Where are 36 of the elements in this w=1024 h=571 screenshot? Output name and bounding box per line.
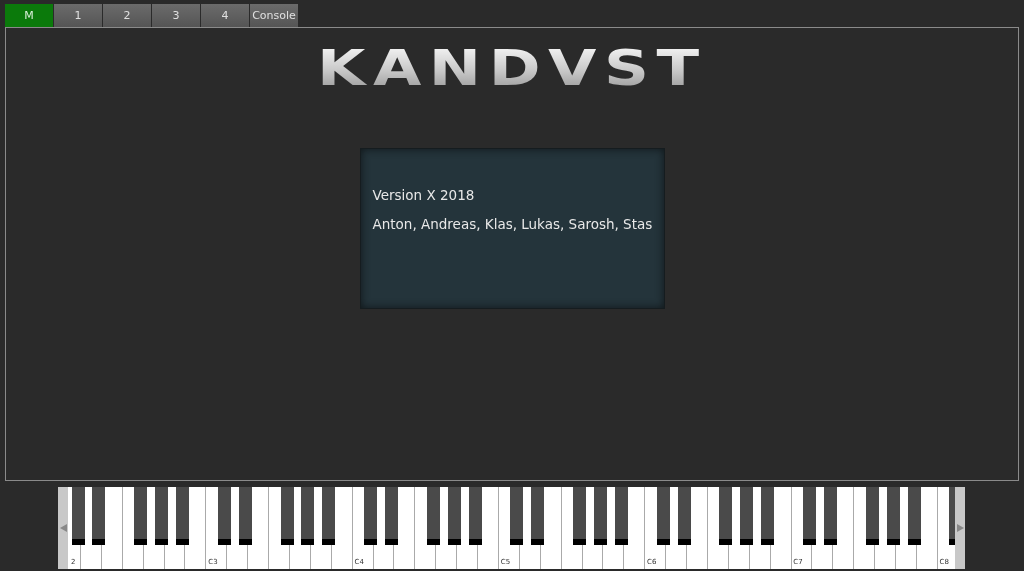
sharp-key[interactable] bbox=[614, 487, 628, 545]
sharp-key[interactable] bbox=[155, 487, 169, 545]
sharp-key[interactable] bbox=[740, 487, 754, 545]
tab[interactable]: Console bbox=[250, 4, 298, 27]
sharp-key[interactable] bbox=[510, 487, 524, 545]
sharp-key[interactable] bbox=[656, 487, 670, 545]
sharp-key[interactable] bbox=[364, 487, 378, 545]
sharp-key[interactable] bbox=[677, 487, 691, 545]
sharp-key[interactable] bbox=[322, 487, 336, 545]
sharp-key[interactable] bbox=[301, 487, 315, 545]
sharp-key[interactable] bbox=[71, 487, 85, 545]
tab[interactable]: 1 bbox=[54, 4, 102, 27]
sharp-key[interactable] bbox=[468, 487, 482, 545]
sharp-key[interactable] bbox=[280, 487, 294, 545]
sharp-key[interactable] bbox=[447, 487, 461, 545]
version-text: Version X 2018 bbox=[372, 187, 476, 203]
sharp-key[interactable] bbox=[761, 487, 775, 545]
sharp-key[interactable] bbox=[134, 487, 148, 545]
sharp-key[interactable] bbox=[886, 487, 900, 545]
sharp-key[interactable] bbox=[531, 487, 545, 545]
tab[interactable]: 2 bbox=[103, 4, 151, 27]
sharp-key[interactable] bbox=[907, 487, 921, 545]
authors-text: Anton, Andreas, Klas, Lukas, Sarosh, Stas bbox=[372, 216, 654, 232]
sharp-key[interactable] bbox=[573, 487, 587, 545]
sharp-key[interactable] bbox=[426, 487, 440, 545]
sharp-key[interactable] bbox=[719, 487, 733, 545]
sharp-key[interactable] bbox=[92, 487, 106, 545]
right-arrow-icon bbox=[956, 524, 964, 532]
tab[interactable]: M bbox=[5, 4, 53, 27]
tab[interactable]: 3 bbox=[152, 4, 200, 27]
sharp-key[interactable] bbox=[823, 487, 837, 545]
sharp-key[interactable] bbox=[238, 487, 252, 545]
left-arrow-icon bbox=[59, 524, 67, 532]
sharp-key[interactable] bbox=[865, 487, 879, 545]
sharp-key[interactable] bbox=[217, 487, 231, 545]
tab[interactable]: 4 bbox=[201, 4, 249, 27]
